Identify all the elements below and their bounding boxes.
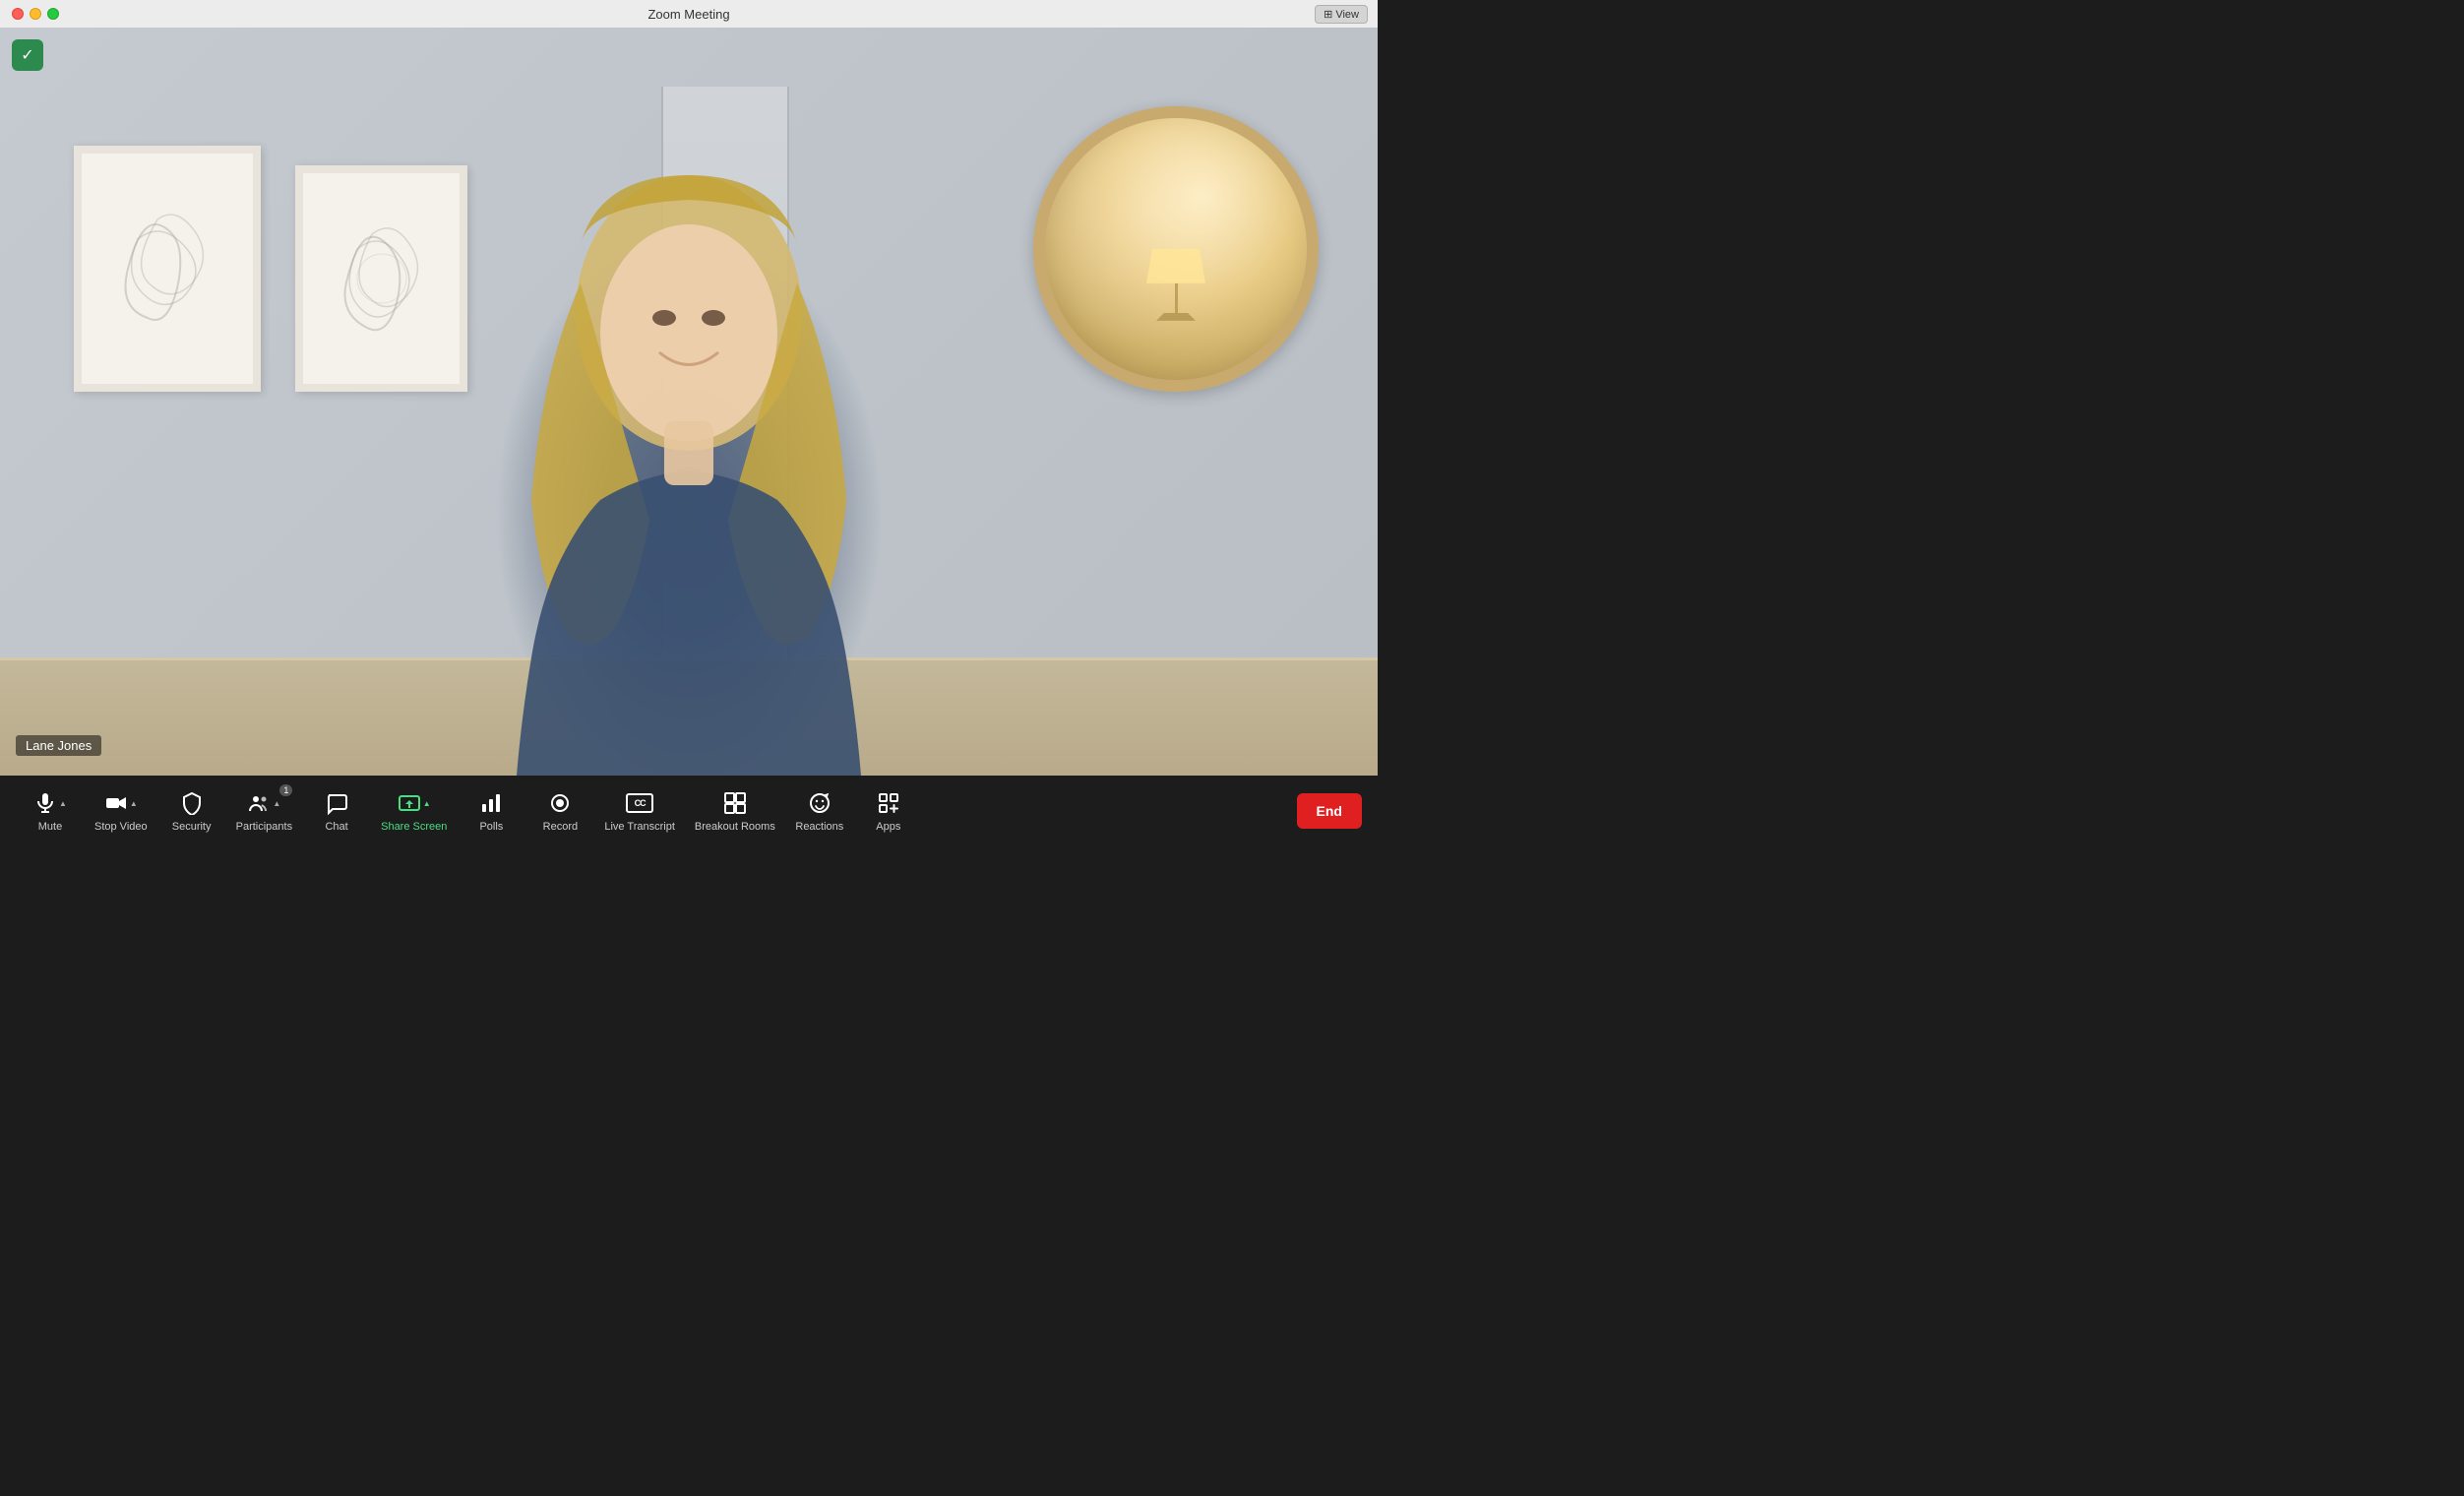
mic-icon: ▲: [33, 789, 67, 817]
share-screen-label: Share Screen: [381, 821, 447, 833]
participant-name-label: Lane Jones: [16, 735, 101, 756]
share-arrow[interactable]: ▲: [423, 799, 431, 808]
toolbar-items: ▲ Mute ▲ Stop Video Security: [16, 783, 1285, 839]
stop-video-label: Stop Video: [94, 821, 148, 833]
chat-icon: [325, 789, 348, 817]
person-video: [403, 28, 974, 776]
mute-arrow[interactable]: ▲: [59, 799, 67, 808]
toolbar: ▲ Mute ▲ Stop Video Security: [0, 776, 1378, 846]
security-button[interactable]: Security: [157, 783, 226, 839]
live-transcript-button[interactable]: CC Live Transcript: [594, 783, 685, 839]
apps-icon: [877, 789, 900, 817]
security-badge: ✓: [12, 39, 43, 71]
record-label: Record: [543, 821, 578, 833]
polls-button[interactable]: Polls: [457, 783, 525, 839]
reactions-label: Reactions: [795, 821, 843, 833]
maximize-button[interactable]: [47, 8, 59, 20]
reactions-button[interactable]: Reactions: [785, 783, 854, 839]
live-transcript-label: Live Transcript: [604, 821, 675, 833]
shield-icon: [180, 789, 204, 817]
apps-button[interactable]: Apps: [854, 783, 923, 839]
reactions-icon: [808, 789, 832, 817]
video-icon: ▲: [104, 789, 138, 817]
participants-icon: 1 ▲: [247, 789, 280, 817]
traffic-lights: [12, 8, 59, 20]
breakout-icon: [723, 789, 747, 817]
breakout-rooms-button[interactable]: Breakout Rooms: [685, 783, 785, 839]
share-screen-button[interactable]: ▲ Share Screen: [371, 783, 457, 839]
picture-frame-1: [74, 146, 261, 392]
polls-icon: [479, 789, 503, 817]
security-label: Security: [172, 821, 212, 833]
share-screen-icon: ▲: [398, 789, 431, 817]
mute-button[interactable]: ▲ Mute: [16, 783, 85, 839]
video-area: ✓ Lane Jones: [0, 28, 1378, 776]
minimize-button[interactable]: [30, 8, 41, 20]
record-button[interactable]: Record: [525, 783, 594, 839]
participants-label: Participants: [236, 821, 292, 833]
participant-count: 1: [279, 784, 292, 796]
close-button[interactable]: [12, 8, 24, 20]
polls-label: Polls: [479, 821, 503, 833]
stop-video-button[interactable]: ▲ Stop Video: [85, 783, 157, 839]
participants-arrow[interactable]: ▲: [273, 799, 280, 808]
breakout-rooms-label: Breakout Rooms: [695, 821, 775, 833]
participants-button[interactable]: 1 ▲ Participants: [226, 783, 302, 839]
video-arrow[interactable]: ▲: [130, 799, 138, 808]
window-title: Zoom Meeting: [647, 7, 729, 22]
chat-button[interactable]: Chat: [302, 783, 371, 839]
titlebar: Zoom Meeting ⊞ View: [0, 0, 1378, 28]
lamp-reflection: [1146, 249, 1205, 328]
view-button[interactable]: ⊞ View: [1315, 5, 1368, 24]
mute-label: Mute: [38, 821, 62, 833]
chat-label: Chat: [325, 821, 347, 833]
record-icon: [548, 789, 572, 817]
apps-label: Apps: [876, 821, 900, 833]
end-button[interactable]: End: [1297, 793, 1362, 829]
wall-mirror: [1033, 106, 1319, 392]
cc-icon: CC: [626, 789, 653, 817]
